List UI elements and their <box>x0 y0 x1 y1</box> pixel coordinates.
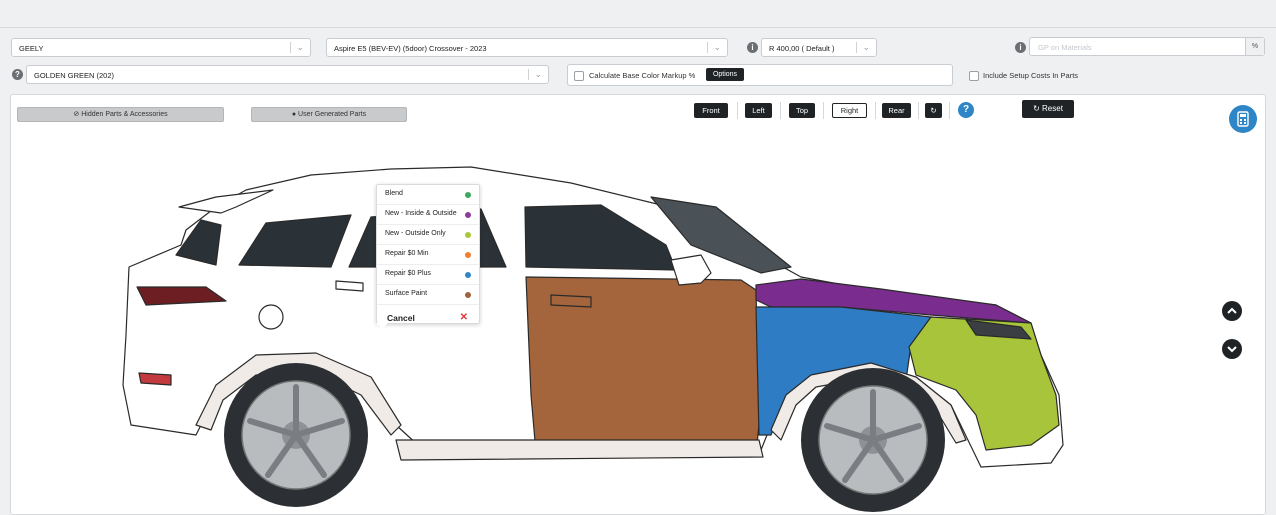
chevron-down-icon[interactable]: ⌄ <box>713 42 721 53</box>
status-dot <box>465 292 471 298</box>
color-select[interactable]: GOLDEN GREEN (202) ⌄ <box>26 65 549 84</box>
menu-item-label: New - Inside & Outside <box>385 210 457 217</box>
status-dot <box>465 192 471 198</box>
status-dot <box>465 272 471 278</box>
rear-door-handle[interactable] <box>335 280 364 292</box>
close-icon[interactable]: ✕ <box>460 312 468 323</box>
status-dot <box>465 212 471 218</box>
make-select-value: GEELY <box>19 44 44 53</box>
menu-item-label: Repair $0 Plus <box>385 270 431 277</box>
front-door-handle[interactable] <box>550 294 592 308</box>
status-dot <box>465 252 471 258</box>
labour-rate-value: R 400,00 ( Default ) <box>769 44 835 53</box>
rear-reflector[interactable] <box>138 372 172 386</box>
info-icon[interactable]: i <box>747 42 758 53</box>
select-divider <box>290 42 291 53</box>
menu-pointer <box>376 323 388 329</box>
menu-item-label: Surface Paint <box>385 290 428 297</box>
menu-item-repair-min[interactable]: Repair $0 Min <box>377 245 479 265</box>
percent-addon: % <box>1245 38 1264 55</box>
include-setup-checkbox[interactable] <box>969 71 979 81</box>
menu-item-label: Repair $0 Min <box>385 250 429 257</box>
front-wheel[interactable] <box>801 368 945 512</box>
select-divider <box>528 69 529 80</box>
fuel-cap[interactable] <box>258 304 284 330</box>
model-select[interactable]: Aspire E5 (BEV-EV) (5door) Crossover - 2… <box>326 38 728 57</box>
info-icon[interactable]: i <box>1015 42 1026 53</box>
paint-type-menu: Blend New - Inside & Outside New - Outsi… <box>376 184 480 329</box>
options-button[interactable]: Options <box>706 68 744 81</box>
menu-item-surface-paint[interactable]: Surface Paint <box>377 285 479 305</box>
labour-rate-select[interactable]: R 400,00 ( Default ) ⌄ <box>761 38 877 57</box>
menu-item-label: New - Outside Only <box>385 230 446 237</box>
car-diagram <box>122 166 1064 512</box>
menu-item-blend[interactable]: Blend <box>377 185 479 205</box>
menu-item-label: Blend <box>385 190 403 197</box>
include-setup-label: Include Setup Costs In Parts <box>983 71 1079 80</box>
chevron-down-icon[interactable]: ⌄ <box>862 42 870 53</box>
model-select-value: Aspire E5 (BEV-EV) (5door) Crossover - 2… <box>334 44 487 53</box>
gp-materials-field[interactable] <box>1036 41 1240 54</box>
select-divider <box>856 42 857 53</box>
calc-markup-label: Calculate Base Color Markup % <box>589 71 696 80</box>
select-divider <box>707 42 708 53</box>
chevron-down-icon[interactable]: ⌄ <box>296 42 304 53</box>
side-skirt[interactable] <box>395 439 764 461</box>
status-dot <box>465 232 471 238</box>
calc-markup-checkbox[interactable] <box>574 71 584 81</box>
menu-item-new-inside-outside[interactable]: New - Inside & Outside <box>377 205 479 225</box>
chevron-down-icon[interactable]: ⌄ <box>534 69 542 80</box>
menu-item-new-outside-only[interactable]: New - Outside Only <box>377 225 479 245</box>
gp-materials-input[interactable]: % <box>1029 37 1265 56</box>
make-select[interactable]: GEELY ⌄ <box>11 38 311 57</box>
menu-cancel-button[interactable]: Cancel ✕ <box>377 305 479 329</box>
color-select-value: GOLDEN GREEN (202) <box>34 71 115 80</box>
top-bar <box>0 0 1276 28</box>
menu-item-repair-plus[interactable]: Repair $0 Plus <box>377 265 479 285</box>
rear-wheel[interactable] <box>224 363 368 507</box>
car-viewer: ⊘ Hidden Parts & Accessories ● User Gene… <box>10 94 1266 515</box>
help-icon[interactable]: ? <box>12 69 23 80</box>
cancel-label: Cancel <box>387 313 415 323</box>
markup-box: Calculate Base Color Markup % Options <box>567 64 953 86</box>
